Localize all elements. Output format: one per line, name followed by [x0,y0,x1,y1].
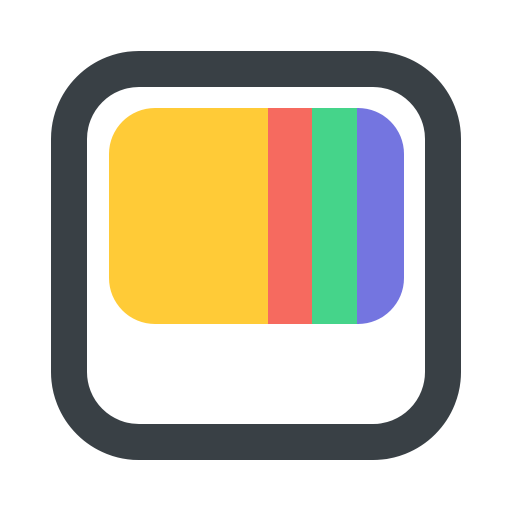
color-swatch-card-icon [51,51,461,460]
purple-stripe [357,108,404,324]
red-stripe [268,108,314,324]
swatch-group [109,108,404,324]
green-stripe [312,108,359,324]
yellow-stripe [109,108,270,324]
